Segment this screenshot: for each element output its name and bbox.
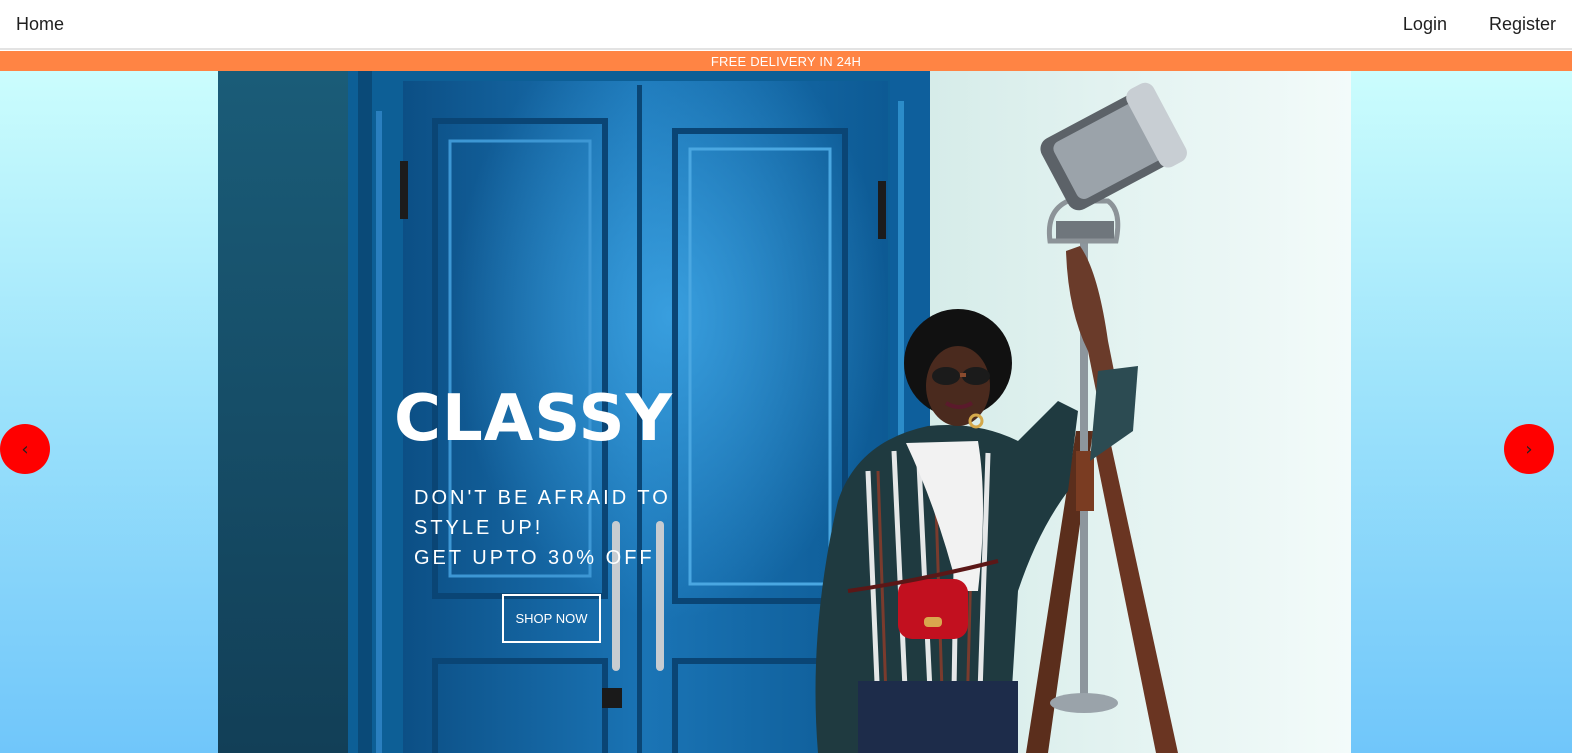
slider-prev-button[interactable]: ‹ [0, 424, 50, 474]
slide-description: DON'T BE AFRAID TO STYLE UP! GET UPTO 30… [414, 483, 694, 573]
hero-slide-image [218, 71, 1351, 753]
register-link[interactable]: Register [1489, 14, 1556, 35]
announcement-text: FREE DELIVERY IN 24H [710, 53, 862, 69]
announcement-bar: FREE DELIVERY IN 24H [0, 51, 1572, 71]
shop-now-button[interactable]: SHOP NOW [502, 594, 601, 643]
top-navbar: Home Login Register [0, 0, 1572, 50]
home-link[interactable]: Home [16, 14, 64, 35]
slide-description-line: STYLE UP! [414, 517, 544, 539]
login-link[interactable]: Login [1403, 14, 1447, 35]
slide-description-line: GET UPTO 30% OFF [414, 547, 655, 569]
auth-links: Login Register [1403, 14, 1556, 35]
slide-description-line: DON'T BE AFRAID TO [414, 487, 671, 509]
hero-slider: ‹ › CLASSY DON'T BE AFRAID TO STYLE UP! … [0, 71, 1572, 753]
slide-title: CLASSY [394, 382, 673, 456]
slider-next-button[interactable]: › [1504, 424, 1554, 474]
chevron-left-icon: ‹ [21, 438, 29, 460]
chevron-right-icon: › [1525, 438, 1533, 460]
